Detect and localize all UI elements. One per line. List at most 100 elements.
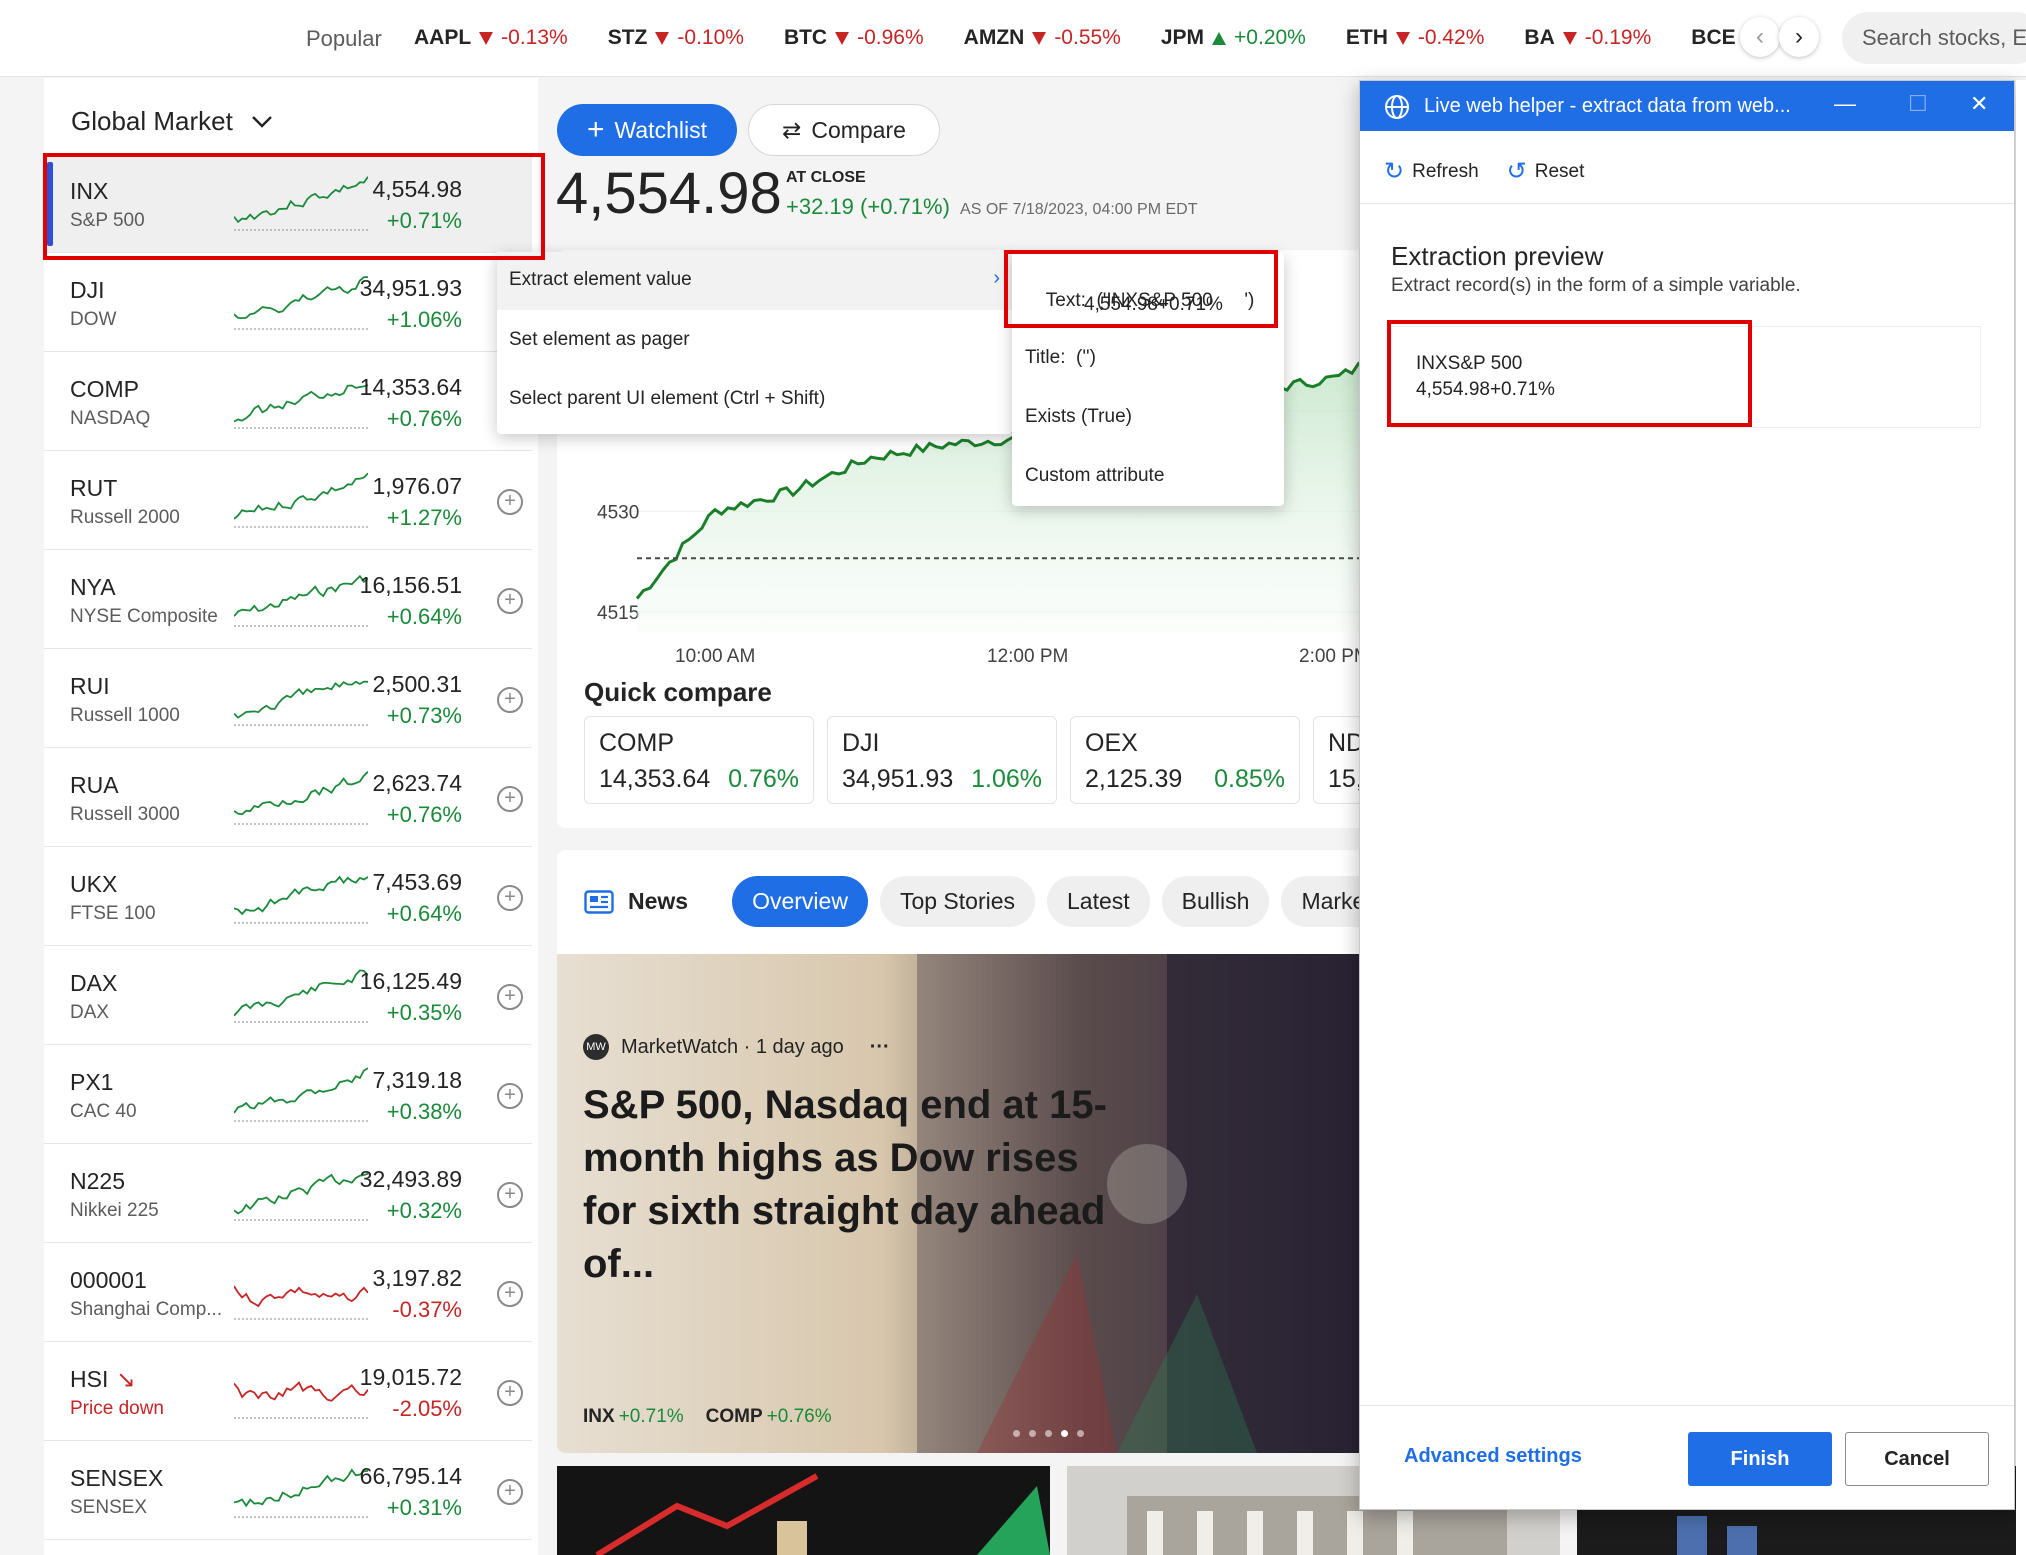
add-to-watchlist-icon[interactable]: + [497, 489, 523, 515]
add-to-watchlist-icon[interactable]: + [497, 687, 523, 713]
close-icon[interactable]: ✕ [1970, 91, 1988, 117]
market-row-hsi[interactable]: HSI ↘ Price down 19,015.72 -2.05% + [44, 1342, 532, 1441]
sparkline-line [234, 384, 368, 423]
ticker-symbol: BA [1524, 26, 1555, 49]
add-to-watchlist-icon[interactable]: + [497, 984, 523, 1010]
reset-label: Reset [1534, 160, 1585, 182]
quick-compare-symbol: OEX [1085, 729, 1138, 757]
add-to-watchlist-icon[interactable]: + [497, 588, 523, 614]
quick-compare-change: 0.76% [728, 765, 799, 793]
news-ticker[interactable]: INX +0.71% [583, 1406, 684, 1428]
market-row-n225[interactable]: N225 Nikkei 225 32,493.89 +0.32% + [44, 1144, 532, 1243]
market-row-nya[interactable]: NYA NYSE Composite 16,156.51 +0.64% + [44, 550, 532, 649]
carousel-dots[interactable] [1013, 1430, 1084, 1437]
quick-compare-symbol: COMP [599, 729, 674, 757]
news-tab-latest[interactable]: Latest [1047, 876, 1150, 927]
market-name: CAC 40 [70, 1101, 137, 1122]
market-change: +0.31% [386, 1495, 462, 1520]
cancel-button[interactable]: Cancel [1845, 1432, 1989, 1486]
submenu-item-custom-attribute[interactable]: Custom attribute [1025, 465, 1164, 487]
news-hero-card[interactable]: MW MarketWatch · 1 day ago ··· S&P 500, … [557, 954, 1407, 1453]
market-row-ukx[interactable]: UKX FTSE 100 7,453.69 +0.64% + [44, 847, 532, 946]
market-price: 2,500.31 [372, 671, 462, 697]
quick-compare-card-comp[interactable]: COMP 14,353.64 0.76% [584, 716, 814, 804]
market-selector[interactable]: Global Market [71, 106, 273, 137]
news-ticker[interactable]: COMP +0.76% [706, 1406, 832, 1428]
menu-item-extract-element-value[interactable]: Extract element value › [497, 252, 1012, 310]
finish-button[interactable]: Finish [1688, 1432, 1832, 1486]
add-to-watchlist-icon[interactable]: + [497, 1182, 523, 1208]
market-symbol: INX [70, 178, 109, 204]
refresh-label: Refresh [1412, 160, 1479, 182]
submenu-item-title[interactable]: Title: ('') [1025, 347, 1096, 369]
ticker-item[interactable]: JPM +0.20% [1161, 26, 1306, 50]
carousel-dot[interactable] [1029, 1430, 1036, 1437]
market-row-000001[interactable]: 000001 Shanghai Comp... 3,197.82 -0.37% + [44, 1243, 532, 1342]
ticker-prev-button[interactable]: ‹ [1740, 17, 1780, 57]
add-to-watchlist-icon[interactable]: + [497, 1380, 523, 1406]
ticker-item[interactable]: BA -0.19% [1524, 26, 1651, 50]
market-symbol: RUA [70, 772, 119, 798]
news-tab-bullish[interactable]: Bullish [1161, 876, 1270, 927]
ticker-item[interactable]: AAPL -0.13% [414, 26, 568, 50]
more-options-icon[interactable]: ··· [870, 1036, 890, 1059]
market-row-px1[interactable]: PX1 CAC 40 7,319.18 +0.38% + [44, 1045, 532, 1144]
market-row-comp[interactable]: COMPNASDAQ14,353.64+0.76%+ [44, 352, 532, 451]
add-to-watchlist-icon[interactable]: + [497, 885, 523, 911]
sparkline-line [234, 1468, 368, 1508]
carousel-dot[interactable] [1013, 1430, 1020, 1437]
news-thumbnail[interactable] [557, 1466, 1050, 1555]
menu-item-select-parent[interactable]: Select parent UI element (Ctrl + Shift) [497, 371, 1012, 429]
submenu-item-exists[interactable]: Exists (True) [1025, 406, 1132, 428]
advanced-settings-link[interactable]: Advanced settings [1404, 1445, 1582, 1468]
quote-change-line: +32.19 (+0.71%) AS OF 7/18/2023, 04:00 P… [786, 194, 1197, 220]
market-row-rut[interactable]: RUT Russell 2000 1,976.07 +1.27% + [44, 451, 532, 550]
sparkline-line [234, 969, 368, 1017]
quick-compare-value: 2,125.39 [1085, 765, 1183, 793]
add-to-watchlist-icon[interactable]: + [497, 1083, 523, 1109]
news-tab-overview[interactable]: Overview [732, 876, 868, 927]
carousel-dot[interactable] [1077, 1430, 1084, 1437]
ticker-item[interactable]: STZ -0.10% [608, 26, 744, 50]
search-input[interactable]: Search stocks, E [1842, 12, 2026, 64]
quote-price: 4,554.98 [556, 161, 782, 226]
ticker-next-button[interactable]: › [1779, 17, 1819, 57]
reset-button[interactable]: ↺ Reset [1507, 157, 1585, 186]
market-row-inx[interactable]: INX S&P 500 4,554.98 +0.71% [44, 154, 532, 253]
market-row-rua[interactable]: RUA Russell 3000 2,623.74 +0.76% + [44, 748, 532, 847]
triangle-up-icon [1212, 31, 1227, 45]
minimize-button[interactable]: — [1834, 91, 1856, 117]
market-row-rui[interactable]: RUI Russell 1000 2,500.31 +0.73% + [44, 649, 532, 748]
add-to-watchlist-icon[interactable]: + [497, 1281, 523, 1307]
menu-item-set-element-as-pager[interactable]: Set element as pager [497, 312, 1012, 370]
maximize-button[interactable]: ☐ [1908, 91, 1928, 117]
market-name: Russell 1000 [70, 705, 180, 726]
news-headline[interactable]: S&P 500, Nasdaq end at 15-month highs as… [583, 1079, 1143, 1291]
add-to-watchlist-icon[interactable]: + [497, 1479, 523, 1505]
watchlist-button[interactable]: + Watchlist [557, 104, 737, 156]
market-row-dji[interactable]: DJIDOW34,951.93+1.06%+ [44, 253, 532, 352]
quick-compare-value: 14,353.64 [599, 765, 711, 793]
market-name: FTSE 100 [70, 903, 156, 924]
thumbnail-image [595, 1473, 1050, 1555]
ticker-item[interactable]: AMZN -0.55% [964, 26, 1121, 50]
quick-compare-card-oex[interactable]: OEX 2,125.39 0.85% [1070, 716, 1300, 804]
sparkline [234, 1067, 368, 1122]
market-row-sensex[interactable]: SENSEX SENSEX 66,795.14 +0.31% + [44, 1441, 532, 1540]
add-to-watchlist-icon[interactable]: + [497, 786, 523, 812]
refresh-button[interactable]: ↻ Refresh [1384, 157, 1479, 186]
quick-compare-card-dji[interactable]: DJI 34,951.93 1.06% [827, 716, 1057, 804]
undo-icon: ↺ [1506, 158, 1527, 185]
news-source: MW MarketWatch · 1 day ago ··· [583, 1034, 890, 1060]
quick-compare-change: 0.85% [1214, 765, 1285, 793]
carousel-dot-active[interactable] [1061, 1430, 1068, 1437]
ticker-item[interactable]: ETH -0.42% [1346, 26, 1485, 50]
news-tab-top-stories[interactable]: Top Stories [879, 876, 1036, 927]
ticker-item[interactable]: BTC -0.96% [784, 26, 924, 50]
carousel-dot[interactable] [1045, 1430, 1052, 1437]
market-symbol: DJI [70, 277, 105, 303]
market-row-dax[interactable]: DAX DAX 16,125.49 +0.35% + [44, 946, 532, 1045]
background-page-edge [2016, 80, 2026, 1555]
compare-button[interactable]: ⇄ Compare [748, 104, 940, 156]
market-symbol: RUT [70, 475, 118, 501]
